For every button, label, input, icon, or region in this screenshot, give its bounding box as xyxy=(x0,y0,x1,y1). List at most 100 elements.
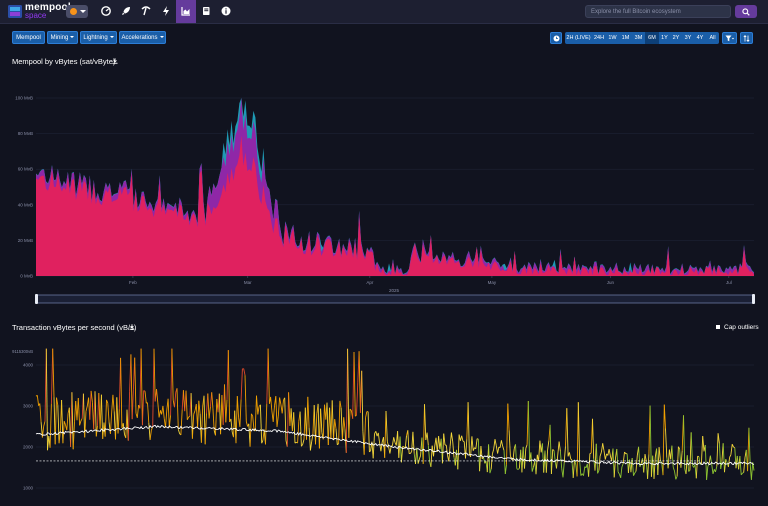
tx-rate-segment xyxy=(335,428,338,445)
tx-rate-segment xyxy=(612,448,615,478)
tx-rate-segment xyxy=(239,399,242,427)
tx-rate-segment xyxy=(356,382,359,416)
tx-rate-segment xyxy=(599,452,602,457)
tx-rate-segment xyxy=(667,449,670,469)
tx-rate-segment xyxy=(739,456,742,475)
x-tick-label: Jun xyxy=(607,280,615,285)
tx-rate-segment xyxy=(167,398,170,428)
tx-rate-segment xyxy=(134,357,137,414)
tx-rate-segment xyxy=(712,469,715,475)
x-tick-label: Feb xyxy=(129,280,137,285)
tx-rate-segment xyxy=(690,432,693,466)
tx-rate-segment xyxy=(727,457,731,468)
tx-rate-segment xyxy=(695,456,699,479)
tx-rate-segment xyxy=(185,390,188,420)
tx-rate-segment xyxy=(465,439,468,459)
tx-rate-segment xyxy=(595,443,599,474)
tx-rate-segment xyxy=(147,402,150,423)
tx-rate-segment xyxy=(208,406,211,419)
tx-rate-segment xyxy=(422,404,425,464)
y-tick-label: 4000 xyxy=(23,363,34,368)
tx-rate-segment xyxy=(563,446,566,463)
tx-rate-segment xyxy=(750,462,754,480)
y-tick-label: 60 MvB xyxy=(18,167,33,172)
x-tick-label: Apr xyxy=(366,280,374,285)
y-tick-label: 40 MvB xyxy=(18,202,33,207)
tx-rate-segment xyxy=(252,416,255,430)
tx-rate-segment xyxy=(577,402,581,461)
tx-rate-segment xyxy=(416,447,419,464)
tx-rate-segment xyxy=(259,404,263,444)
zoom-slider-handle-left xyxy=(35,294,38,304)
tx-rate-segment xyxy=(570,458,573,461)
tx-rate-segment xyxy=(410,451,413,454)
tx-rate-segment xyxy=(500,440,504,447)
tx-rate-segment xyxy=(488,444,491,474)
tx-rate-segment xyxy=(331,400,334,441)
tx-rate-segment xyxy=(43,421,46,427)
tx-rate-segment xyxy=(149,430,152,440)
tx-rate-segment xyxy=(52,348,55,398)
tx-rate-segment xyxy=(257,406,260,415)
tx-rate-segment xyxy=(680,450,683,468)
tx-rate-segment xyxy=(57,405,60,444)
tx-rate-segment xyxy=(418,455,422,460)
tx-rate-segment xyxy=(491,448,495,455)
tx-rate-segment xyxy=(706,466,709,480)
tx-rate-segment xyxy=(730,444,733,455)
tx-rate-segment xyxy=(244,375,247,422)
tx-rate-segment xyxy=(343,417,346,430)
tx-rate-segment xyxy=(177,429,181,434)
tx-rate-segment xyxy=(507,403,510,431)
tx-rate-segment xyxy=(236,396,240,418)
tx-rate-segment xyxy=(622,451,625,464)
y-tick-label: 2000 xyxy=(23,445,34,450)
tx-rate-segment xyxy=(620,466,623,478)
tx-rate-segment xyxy=(333,419,336,441)
tx-rate-segment xyxy=(385,410,388,442)
tx-rate-segment xyxy=(562,462,565,478)
tx-rate-segment xyxy=(494,439,497,446)
tx-rate-segment xyxy=(475,438,478,449)
tx-rate-segment xyxy=(697,455,700,458)
tx-rate-segment xyxy=(508,430,511,457)
tx-rate-segment xyxy=(122,423,125,435)
tx-rate-segment xyxy=(54,397,57,445)
tx-rate-segment xyxy=(275,396,278,427)
tx-rate-segment xyxy=(272,405,275,422)
tx-rate-segment xyxy=(734,447,737,469)
tx-rate-segment xyxy=(293,412,296,444)
tx-rate-segment xyxy=(479,445,482,472)
tx-rate-segment xyxy=(191,414,195,439)
tx-rate-segment xyxy=(72,421,75,450)
tx-rate-segment xyxy=(675,476,678,480)
tx-rate-segment xyxy=(547,440,550,450)
tx-rate-segment xyxy=(556,454,559,469)
tx-rate-segment xyxy=(235,396,238,444)
tx-rate-segment xyxy=(399,436,402,463)
x-tick-label: May xyxy=(488,280,497,285)
tx-rate-segment xyxy=(602,443,605,451)
tx-rate-segment xyxy=(270,396,273,411)
tx-rate-segment xyxy=(729,454,732,458)
tx-rate-segment xyxy=(130,354,133,420)
tx-rate-segment xyxy=(112,394,115,412)
tx-rate-segment xyxy=(617,471,620,475)
tx-rate-segment xyxy=(671,445,674,468)
tx-rate-segment xyxy=(347,348,350,438)
tx-rate-segment xyxy=(198,400,201,414)
tx-rate-segment xyxy=(549,424,552,475)
tx-rate-segment xyxy=(441,433,445,464)
tx-rate-segment xyxy=(203,395,206,445)
tx-rate-segment xyxy=(367,411,370,452)
tx-rate-segment xyxy=(608,449,611,457)
tx-rate-segment xyxy=(715,466,718,473)
tx-rate-segment xyxy=(176,388,179,430)
tx-rate-segment xyxy=(538,440,541,462)
tx-rate-segment xyxy=(568,452,572,459)
tx-rate-segment xyxy=(334,419,337,429)
tx-rate-segment xyxy=(358,351,361,413)
zoom-slider-track xyxy=(35,294,755,304)
tx-rate-segment xyxy=(338,400,341,444)
tx-rate-segment xyxy=(240,368,243,400)
